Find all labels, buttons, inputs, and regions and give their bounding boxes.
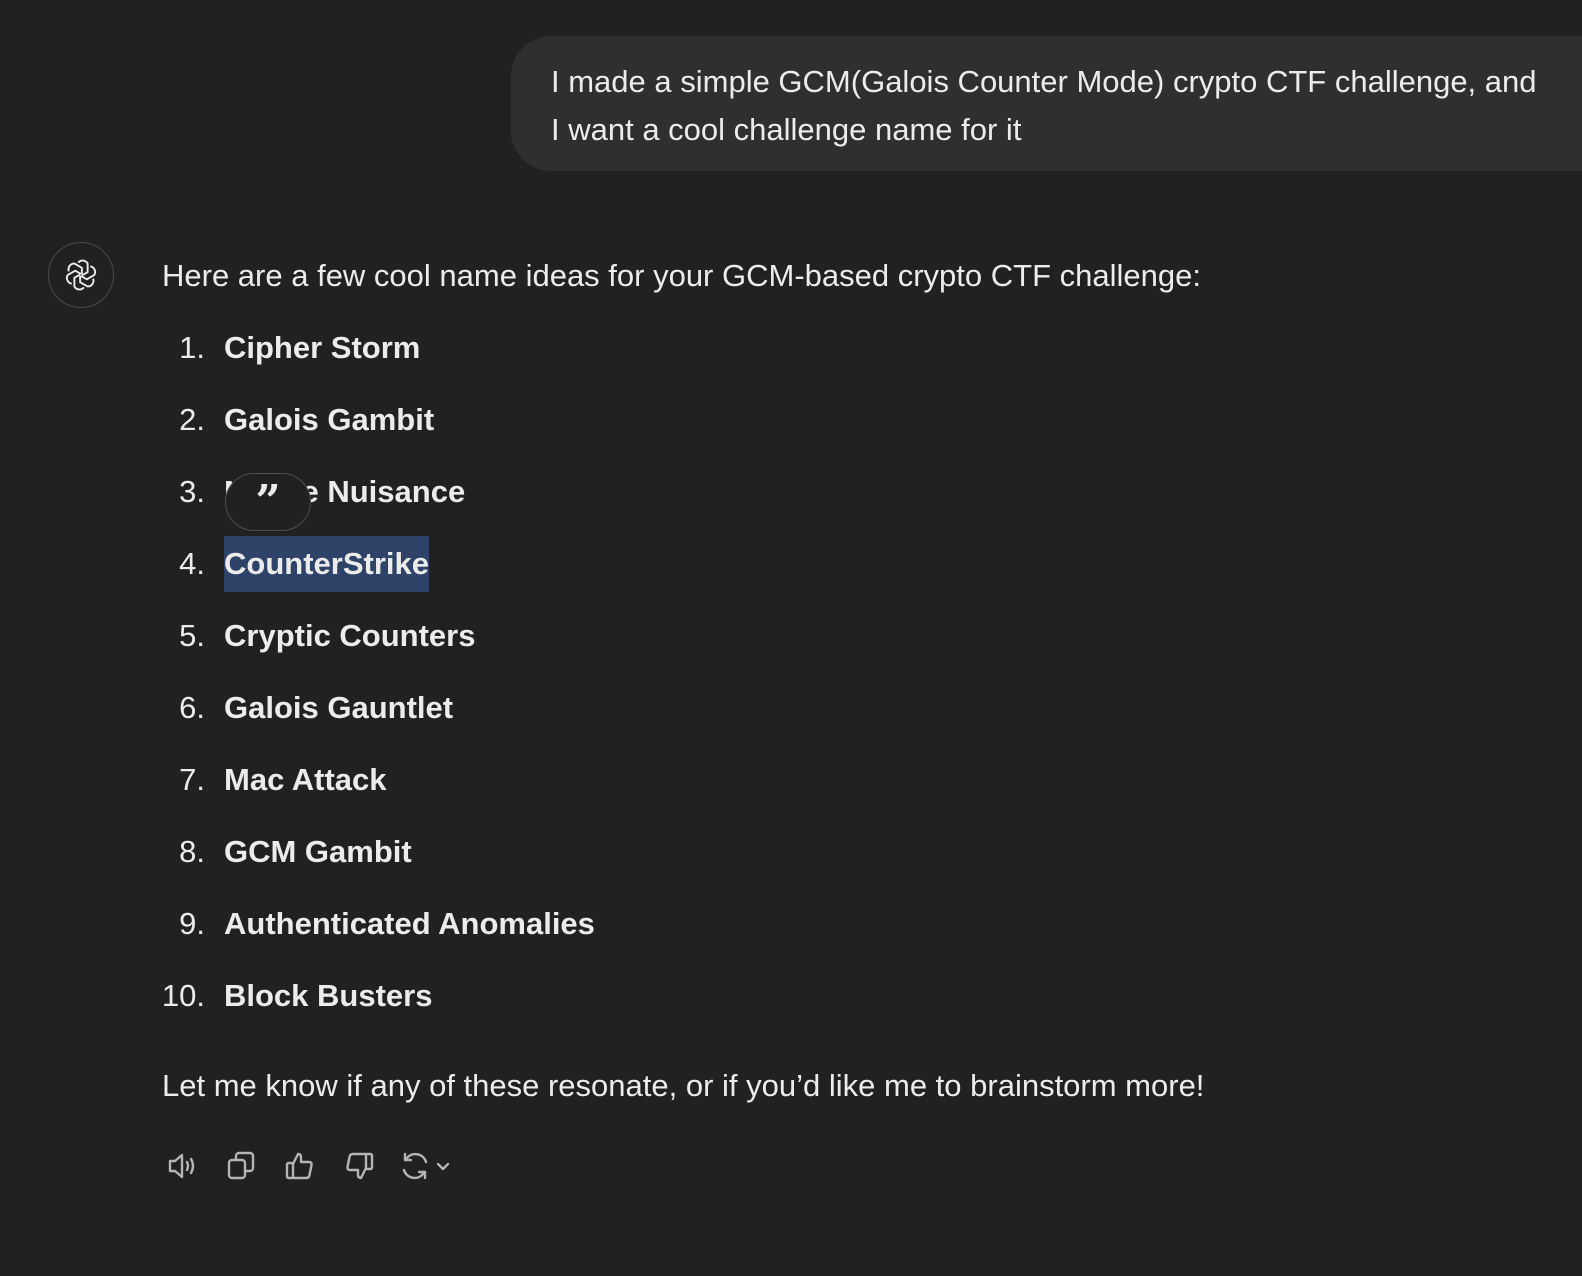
list-item: 1. Cipher Storm (150, 326, 595, 398)
list-item-name: GCM Gambit (224, 834, 412, 869)
speaker-icon (168, 1153, 195, 1179)
bad-response-button[interactable] (337, 1144, 381, 1188)
list-item-number: 2. (179, 402, 205, 437)
list-item: 10. Block Busters (150, 974, 595, 1046)
selected-text-highlight: CounterStrike (224, 536, 429, 592)
assistant-outro-text: Let me know if any of these resonate, or… (162, 1068, 1205, 1103)
openai-logo-icon (65, 259, 97, 291)
list-item-number: 5. (179, 618, 205, 653)
list-item-name: Cryptic Counters (224, 618, 476, 653)
chat-page: I made a simple GCM(Galois Counter Mode)… (0, 0, 1582, 1276)
quote-icon: ” (255, 476, 281, 527)
list-item-name: Cipher Storm (224, 330, 421, 365)
list-item-number: 4. (179, 546, 205, 581)
quote-reply-button[interactable]: ” (225, 473, 311, 531)
list-item: 7. Mac Attack (150, 758, 595, 830)
name-ideas-list: 1. Cipher Storm 2. Galois Gambit 3. Nonc… (150, 326, 595, 1046)
user-message-bubble: I made a simple GCM(Galois Counter Mode)… (511, 36, 1582, 171)
list-item-number: 3. (179, 474, 205, 509)
copy-icon (227, 1151, 255, 1180)
list-item-name: Mac Attack (224, 762, 387, 797)
regenerate-button[interactable] (396, 1144, 460, 1188)
list-item: 5. Cryptic Counters (150, 614, 595, 686)
read-aloud-button[interactable] (160, 1144, 204, 1188)
list-item: 4. CounterStrike (150, 536, 595, 614)
list-item-number: 9. (179, 906, 205, 941)
list-item-name: Block Busters (224, 978, 433, 1013)
list-item-number: 6. (179, 690, 205, 725)
refresh-icon (402, 1152, 450, 1180)
list-item: 6. Galois Gauntlet (150, 686, 595, 758)
good-response-button[interactable] (278, 1144, 322, 1188)
user-message-text: I made a simple GCM(Galois Counter Mode)… (551, 64, 1537, 147)
list-item-name: Authenticated Anomalies (224, 906, 595, 941)
list-item-number: 10. (161, 978, 205, 1013)
assistant-intro-text: Here are a few cool name ideas for your … (162, 258, 1201, 293)
list-item: 3. Nonce Nuisance (150, 470, 595, 542)
thumbs-down-icon (346, 1152, 374, 1180)
copy-button[interactable] (219, 1144, 263, 1188)
message-actions-bar (160, 1144, 475, 1188)
list-item-number: 1. (179, 330, 205, 365)
list-item-number: 7. (179, 762, 205, 797)
list-item-number: 8. (179, 834, 205, 869)
thumbs-up-icon (285, 1152, 313, 1180)
assistant-avatar (48, 242, 114, 308)
list-item: 2. Galois Gambit (150, 398, 595, 470)
list-item: 9. Authenticated Anomalies (150, 902, 595, 974)
list-item-name: Galois Gambit (224, 402, 435, 437)
list-item-name: Galois Gauntlet (224, 690, 454, 725)
list-item: 8. GCM Gambit (150, 830, 595, 902)
